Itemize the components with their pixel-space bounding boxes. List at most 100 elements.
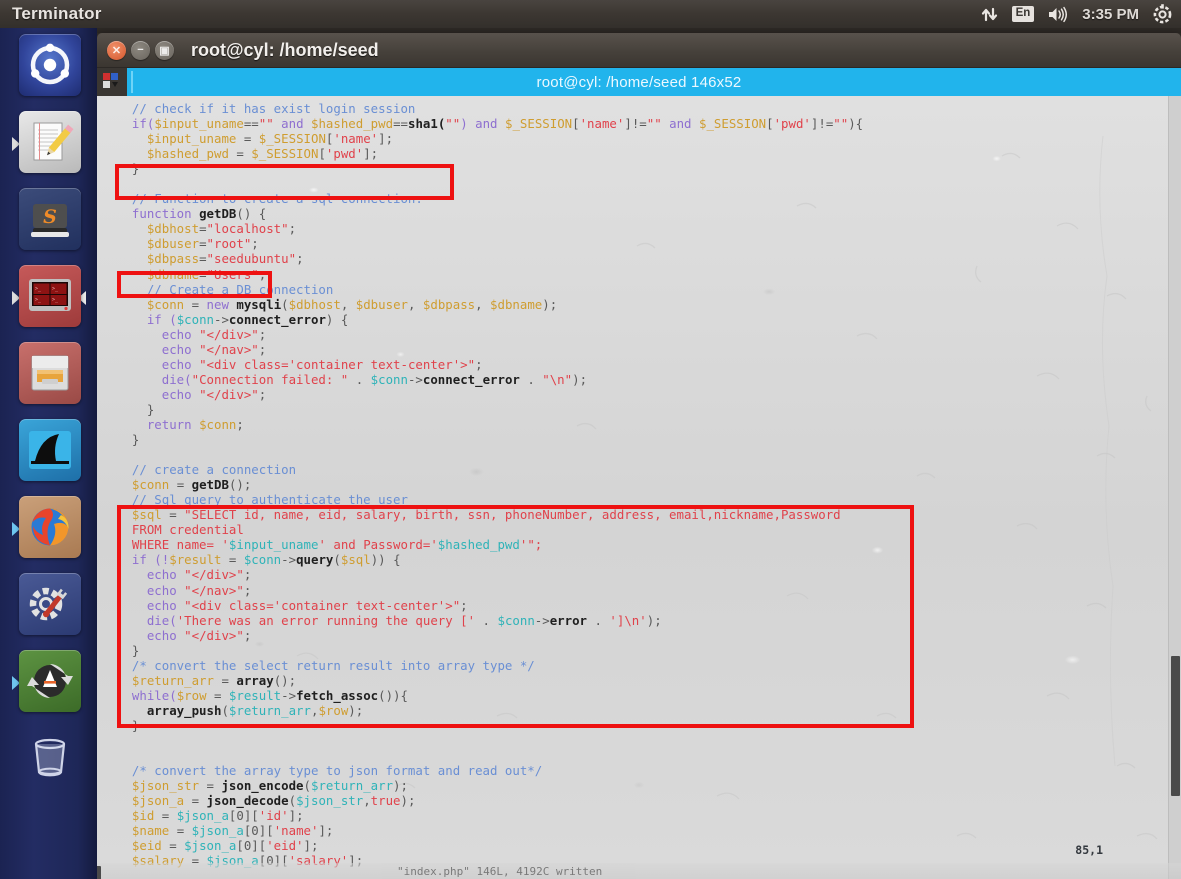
- code-line: $json_str = json_encode($return_arr);: [117, 778, 1165, 793]
- code-token: 'pwd': [773, 116, 811, 132]
- sublime-text-icon: S: [18, 188, 81, 250]
- code-line: $return_arr = array();: [117, 673, 1165, 688]
- launcher-item-files[interactable]: [13, 340, 85, 412]
- code-token: }: [131, 161, 140, 177]
- code-token: '";: [519, 537, 543, 553]
- code-token: 'name': [273, 823, 319, 839]
- keyboard-layout-indicator[interactable]: En: [1011, 0, 1035, 28]
- panel-app-title: Terminator: [12, 4, 102, 23]
- code-line: if($input_uname=="" and $hashed_pwd==sha…: [117, 116, 1165, 131]
- code-token: ();: [228, 477, 252, 493]
- code-token: =: [161, 507, 185, 523]
- code-token: /* convert the select return result into…: [131, 657, 535, 673]
- code-line: $conn = getDB();: [117, 477, 1165, 492]
- text-editor-icon: [18, 111, 81, 173]
- gear-icon[interactable]: [1152, 0, 1173, 28]
- code-token: (: [221, 702, 229, 718]
- code-line: $dbhost="localhost";: [117, 221, 1165, 236]
- maximize-icon[interactable]: ▣: [155, 40, 174, 60]
- code-line: echo "<div class='container text-center'…: [117, 598, 1165, 613]
- code-token: =: [169, 823, 192, 839]
- code-line: $dbuser="root";: [117, 236, 1165, 251]
- code-token: ==: [243, 116, 259, 132]
- code-token: "<div class='container text-center'>": [184, 597, 461, 613]
- code-token: [0][: [236, 838, 267, 854]
- code-line: // Function to create a sql connection.: [117, 191, 1165, 206]
- keyboard-layout-label: En: [1011, 6, 1035, 22]
- code-token: ;: [258, 266, 267, 282]
- launcher-item-trash[interactable]: [13, 725, 85, 797]
- code-token: $conn: [199, 416, 237, 432]
- code-token: ;: [236, 416, 244, 432]
- launcher-item-software-updater[interactable]: [11, 648, 85, 720]
- minimize-icon[interactable]: −: [131, 40, 150, 60]
- code-line: $json_a = json_decode($json_str,true);: [117, 793, 1165, 808]
- code-token: function: [131, 206, 200, 222]
- code-line: echo "</nav>";: [117, 342, 1165, 357]
- system-tray: En 3:35 PM: [980, 0, 1181, 28]
- code-token: echo: [146, 597, 185, 613]
- firefox-icon: [18, 496, 81, 558]
- code-token: $return_arr: [310, 778, 394, 794]
- code-line: function getDB() {: [117, 206, 1165, 221]
- code-token: $result: [228, 687, 282, 703]
- code-token: ) {: [325, 311, 349, 327]
- volume-icon[interactable]: [1047, 0, 1069, 28]
- unity-launcher: S >_ >_ >_ >_: [0, 28, 97, 879]
- code-token: echo: [161, 341, 200, 357]
- code-token: // check if it has exist login session: [131, 101, 416, 116]
- close-icon[interactable]: ✕: [107, 40, 126, 60]
- terminal-code-text: // check if it has exist login session i…: [117, 101, 1165, 868]
- code-line: array_push($return_arr,$row);: [117, 703, 1165, 718]
- terminal-scrollbar[interactable]: [1168, 96, 1181, 879]
- window-titlebar[interactable]: ✕ − ▣ root@cyl: /home/seed: [97, 33, 1181, 68]
- code-line: if ($conn->connect_error) {: [117, 312, 1165, 327]
- network-updown-icon[interactable]: [980, 0, 999, 28]
- code-token: echo: [146, 627, 185, 643]
- clock[interactable]: 3:35 PM: [1082, 0, 1139, 28]
- launcher-item-dash-home[interactable]: [13, 32, 85, 104]
- code-token: ->: [534, 612, 550, 628]
- code-token: ];: [318, 823, 334, 839]
- code-token: $_SESSION: [251, 146, 319, 162]
- code-token: new: [206, 296, 237, 312]
- code-token: "</div>": [199, 386, 259, 402]
- launcher-item-firefox[interactable]: [11, 494, 85, 566]
- terminal-tabbar: root@cyl: /home/seed 146x52: [97, 68, 1181, 96]
- settings-gear-wrench-icon: [18, 573, 81, 635]
- code-token: query: [296, 552, 334, 568]
- terminal-left-scroll-thumb[interactable]: [97, 866, 101, 879]
- code-token: =: [199, 778, 222, 794]
- code-token: FROM credential: [131, 522, 244, 538]
- launcher-item-terminator[interactable]: >_ >_ >_ >_: [11, 263, 86, 335]
- terminal-tab-label[interactable]: root@cyl: /home/seed 146x52: [97, 74, 1181, 91]
- code-token: ;: [460, 597, 468, 613]
- code-token: $_SESSION: [504, 116, 573, 132]
- code-token: }: [146, 401, 155, 417]
- launcher-item-system-settings[interactable]: [13, 571, 85, 643]
- code-line: echo "</div>";: [117, 387, 1165, 402]
- code-token: "Users": [206, 266, 259, 282]
- code-token: =: [184, 793, 207, 809]
- code-token: array: [236, 672, 274, 688]
- code-token: }: [131, 717, 140, 733]
- code-token: error: [549, 612, 588, 628]
- launcher-item-wireshark[interactable]: [13, 417, 85, 489]
- code-line: die('There was an error running the quer…: [117, 613, 1165, 628]
- launcher-item-text-editor[interactable]: [11, 109, 85, 181]
- code-token: $input_uname: [228, 537, 319, 553]
- code-token: =: [199, 251, 207, 267]
- window-title: root@cyl: /home/seed: [191, 39, 379, 60]
- terminal-body[interactable]: // check if it has exist login session i…: [97, 96, 1181, 879]
- code-token: echo: [161, 356, 200, 372]
- code-token: [: [766, 116, 774, 132]
- launcher-item-sublime-text[interactable]: S: [13, 186, 85, 258]
- code-token: ']\n': [609, 612, 647, 628]
- terminator-icon: >_ >_ >_ >_: [18, 265, 81, 327]
- code-token: =: [236, 131, 259, 147]
- code-line: if (!$result = $conn->query($sql)) {: [117, 552, 1165, 567]
- terminal-scrollbar-thumb[interactable]: [1171, 656, 1180, 796]
- code-line: echo "<div class='container text-center'…: [117, 357, 1165, 372]
